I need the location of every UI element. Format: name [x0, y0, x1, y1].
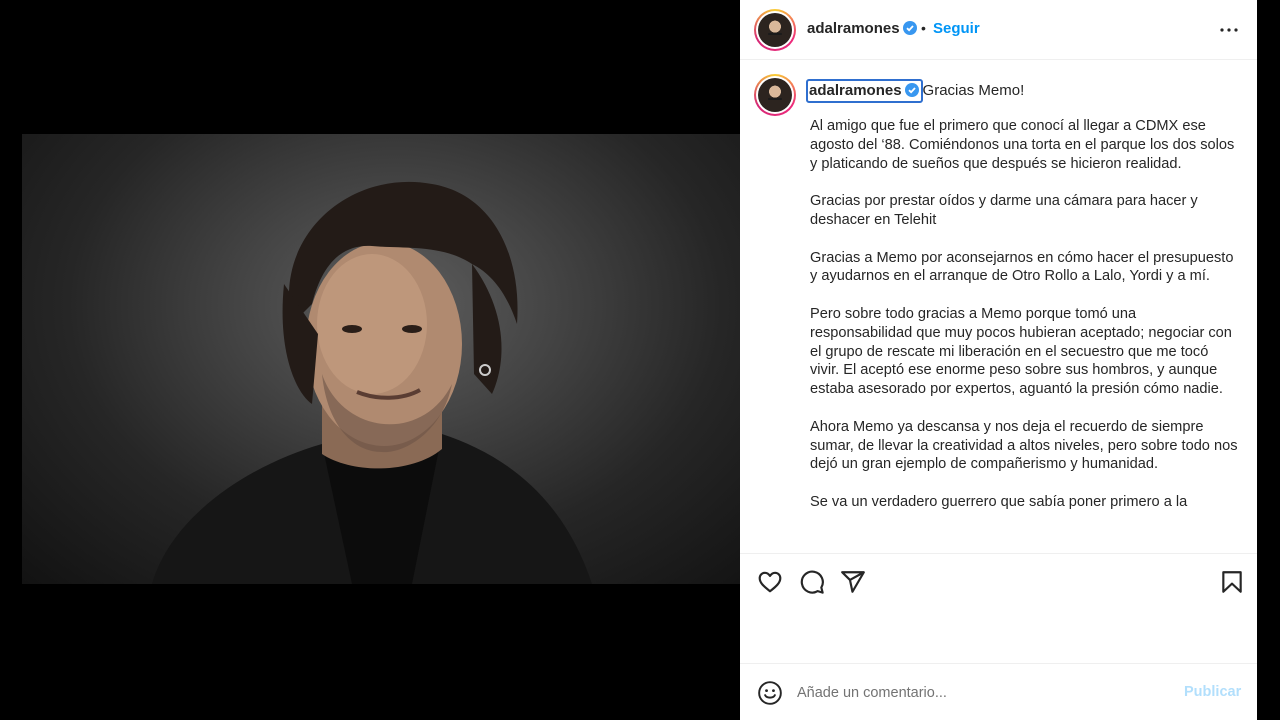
more-horizontal-icon[interactable]	[1217, 18, 1241, 42]
post-header: adalramones • Seguir	[740, 0, 1257, 60]
comment-icon[interactable]	[799, 569, 825, 595]
caption-paragraph: Ahora Memo ya descansa y nos deja el rec…	[810, 418, 1238, 473]
caption-paragraph: Gracias por prestar oídos y darme una cá…	[810, 193, 1198, 228]
post-photo[interactable]	[22, 134, 740, 584]
comment-bar: Publicar	[740, 663, 1257, 720]
caption-username-link[interactable]: adalramones	[806, 79, 923, 103]
screen-edge	[1257, 0, 1280, 720]
emoji-icon[interactable]	[757, 680, 783, 706]
username-link[interactable]: adalramones	[807, 20, 917, 37]
caption-header: adalramones Gracias Memo!	[806, 79, 1025, 103]
heart-icon[interactable]	[757, 569, 783, 595]
username-text[interactable]: adalramones	[807, 20, 900, 37]
caption-paragraph: Al amigo que fue el primero que conocí a…	[810, 118, 1235, 172]
comment-input[interactable]	[797, 681, 1167, 705]
caption-paragraph: Pero sobre todo gracias a Memo porque to…	[810, 305, 1232, 398]
publish-button[interactable]: Publicar	[1184, 684, 1241, 700]
verified-badge-icon	[902, 21, 917, 35]
caption-first-line: Gracias Memo!	[922, 82, 1025, 99]
portrait-image	[152, 181, 592, 584]
caption-username-text[interactable]: adalramones	[809, 82, 902, 99]
caption-area[interactable]: adalramones Gracias Memo! Al amigo que fu…	[740, 61, 1257, 553]
caption-body: Al amigo que fue el primero que conocí a…	[810, 117, 1240, 531]
post-media-area	[0, 0, 740, 720]
caption-paragraph: Gracias a Memo por aconsejarnos en cómo …	[810, 249, 1234, 285]
follow-button[interactable]: Seguir	[933, 20, 980, 37]
verified-badge-icon	[904, 83, 919, 97]
caption-paragraph: Se va un verdadero guerrero que sabía po…	[810, 493, 1188, 510]
separator-dot: •	[921, 20, 926, 36]
bookmark-icon[interactable]	[1219, 569, 1245, 595]
paper-plane-icon[interactable]	[840, 569, 866, 595]
avatar[interactable]	[754, 74, 796, 116]
post-side-panel: adalramones • Seguir adalramones Gracias …	[740, 0, 1257, 720]
action-bar	[740, 553, 1257, 609]
avatar[interactable]	[754, 9, 796, 51]
